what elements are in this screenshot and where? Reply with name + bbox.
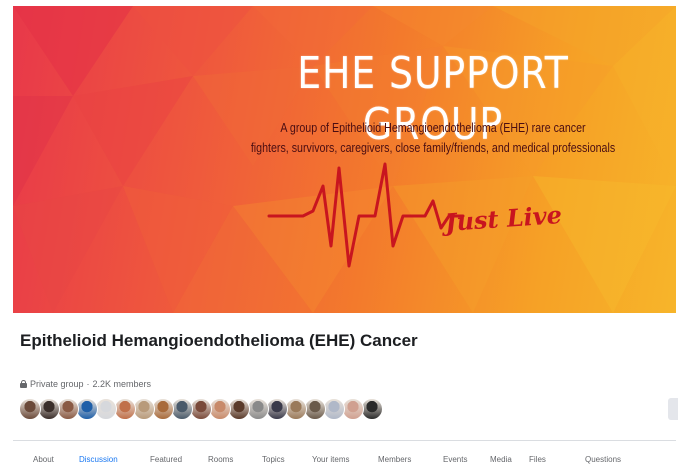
more-button[interactable]	[668, 398, 678, 420]
avatar[interactable]	[361, 398, 383, 420]
member-avatars[interactable]	[19, 398, 383, 422]
divider	[13, 440, 676, 441]
avatar[interactable]	[285, 398, 307, 420]
cover-photo[interactable]: EHE SUPPORT GROUP A group of Epithelioid…	[13, 6, 676, 313]
avatar[interactable]	[114, 398, 136, 420]
tab-media[interactable]: Media	[490, 455, 512, 464]
avatar[interactable]	[342, 398, 364, 420]
avatar[interactable]	[133, 398, 155, 420]
avatar[interactable]	[171, 398, 193, 420]
avatar[interactable]	[266, 398, 288, 420]
tab-files[interactable]: Files	[529, 455, 546, 464]
group-meta: Private group · 2.2K members	[20, 379, 151, 389]
avatar[interactable]	[76, 398, 98, 420]
avatar[interactable]	[228, 398, 250, 420]
heartbeat-line-icon	[267, 162, 465, 268]
group-title[interactable]: Epithelioid Hemangioendothelioma (EHE) C…	[20, 331, 420, 351]
tab-your-items[interactable]: Your items	[312, 455, 350, 464]
tab-about[interactable]: About	[33, 455, 54, 464]
group-member-count[interactable]: 2.2K members	[93, 379, 152, 389]
avatar[interactable]	[95, 398, 117, 420]
tab-discussion[interactable]: Discussion	[79, 455, 118, 464]
avatar[interactable]	[152, 398, 174, 420]
avatar[interactable]	[190, 398, 212, 420]
avatar[interactable]	[19, 398, 41, 420]
avatar[interactable]	[209, 398, 231, 420]
avatar[interactable]	[304, 398, 326, 420]
avatar[interactable]	[57, 398, 79, 420]
avatar[interactable]	[323, 398, 345, 420]
lock-icon	[20, 380, 27, 388]
avatar[interactable]	[247, 398, 269, 420]
meta-separator: ·	[86, 379, 90, 389]
group-privacy[interactable]: Private group	[30, 379, 84, 389]
tab-questions[interactable]: Questions	[585, 455, 621, 464]
tab-events[interactable]: Events	[443, 455, 467, 464]
tab-topics[interactable]: Topics	[262, 455, 285, 464]
tab-members[interactable]: Members	[378, 455, 411, 464]
tab-rooms[interactable]: Rooms	[208, 455, 233, 464]
tab-featured[interactable]: Featured	[150, 455, 182, 464]
avatar[interactable]	[38, 398, 60, 420]
